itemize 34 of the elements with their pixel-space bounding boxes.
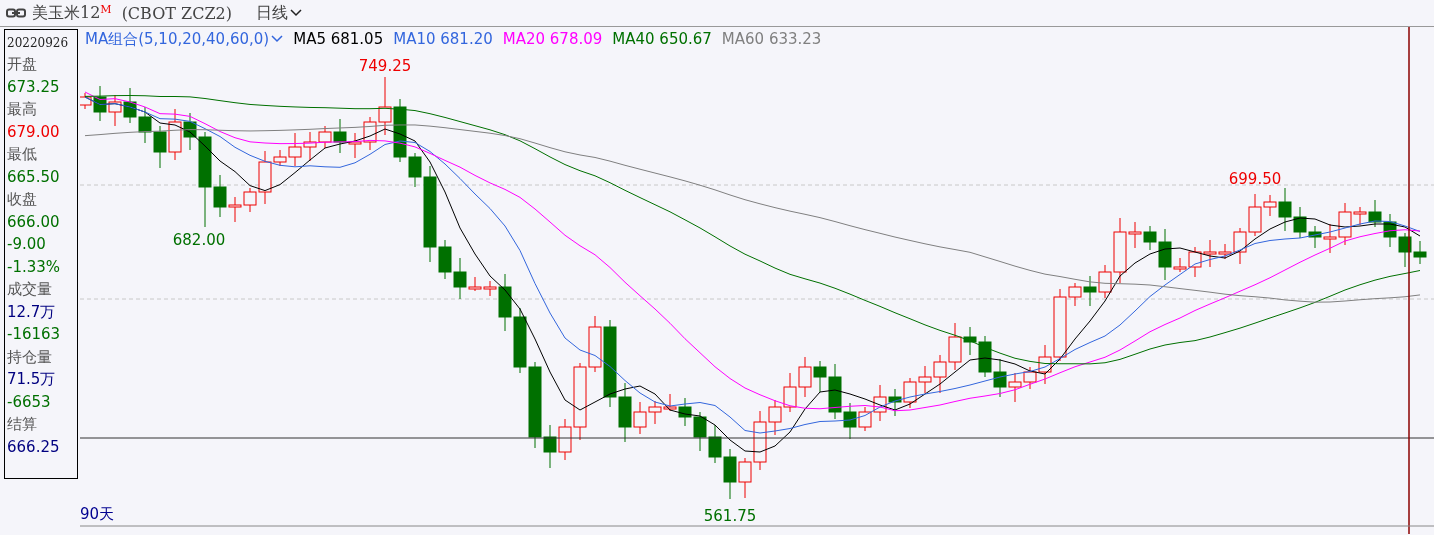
quote-text: 666.00 [7,211,61,233]
ma-legend-value: MA60 633.23 [721,30,822,48]
quote-text: 收盘 [7,189,38,210]
quote-text: 12.7万 [7,301,57,323]
quote-text: -9.00 [7,234,47,255]
quote-text: 666.25 [7,436,61,458]
price-label: 699.50 [1228,170,1282,188]
quote-date: 20220926 [7,35,70,52]
ma-legend-value: MA10 681.20 [393,30,493,48]
quote-text: 679.00 [7,121,61,143]
period-dropdown[interactable]: 日线 [255,2,302,24]
quote-text: 71.5万 [7,369,57,390]
link-icon[interactable] [6,8,26,18]
quote-text: 673.25 [7,76,61,98]
quote-text: 持仓量 [7,346,53,368]
price-label: 749.25 [358,57,412,75]
quote-text: 最低 [7,144,38,165]
instrument-code: (CBOT ZCZ2) [121,3,232,23]
quote-text: -1.33% [7,256,62,278]
quote-text: 成交量 [7,279,53,300]
price-label: 682.00 [172,231,226,249]
caret-icon[interactable] [289,9,302,17]
ma-legend-value: MA20 678.09 [502,30,603,48]
quote-text: 结算 [7,414,38,435]
price-label: 561.75 [703,507,757,525]
quote-text: 开盘 [7,54,38,75]
ma-legend-value: MA40 650.67 [612,30,712,48]
quote-text: 最高 [7,99,38,120]
ma-legend-value: MA5 681.05 [293,30,384,48]
indicator-selector[interactable]: MA组合(5,10,20,40,60,0) [85,29,284,49]
range-label: 90天 [80,505,115,523]
quote-text: -16163 [7,324,62,345]
quote-text: 665.50 [7,166,61,188]
quote-text: -6653 [7,391,52,413]
